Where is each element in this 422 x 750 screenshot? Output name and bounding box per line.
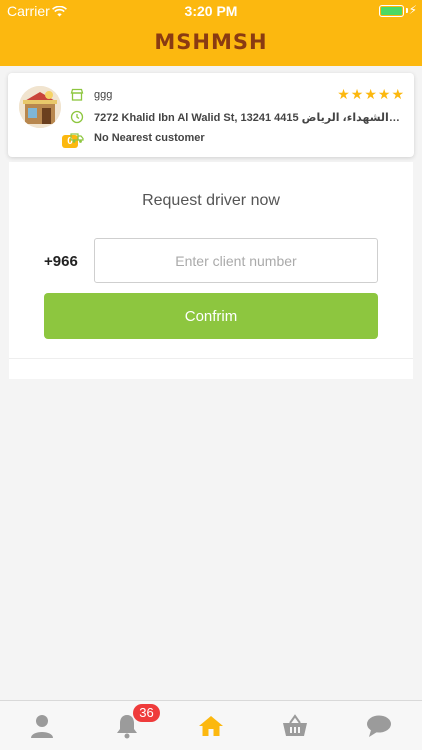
tab-home[interactable] (198, 713, 224, 739)
tab-messages[interactable] (366, 713, 392, 739)
request-title: Request driver now (142, 192, 280, 209)
notification-count-badge: 36 (133, 704, 160, 722)
status-bar: Carrier 3:20 PM ⚡ (0, 0, 422, 22)
store-avatar (19, 86, 61, 128)
charging-icon: ⚡ (408, 3, 417, 17)
star-icon: ★ (337, 86, 350, 102)
country-code: +966 (44, 253, 78, 270)
tab-orders[interactable] (282, 713, 308, 739)
client-number-input[interactable] (94, 238, 378, 283)
top-bar: Carrier 3:20 PM ⚡ MSHMSH (0, 0, 422, 66)
clock-icon (70, 110, 84, 124)
request-driver-panel: Request driver now +966 Confrim (9, 162, 413, 379)
nearest-customer-status: No Nearest customer (94, 132, 205, 144)
person-icon (31, 715, 53, 738)
star-icon: ★ (377, 86, 391, 102)
store-name: ggg (94, 89, 113, 101)
tab-profile[interactable] (29, 713, 55, 739)
star-icon: ★ (364, 86, 377, 102)
divider (9, 358, 413, 359)
page-title: MSHMSH (154, 30, 268, 54)
confirm-button[interactable]: Confrim (44, 293, 378, 339)
basket-icon (283, 714, 307, 736)
tab-bar: 36 (0, 700, 422, 750)
clock: 3:20 PM (184, 3, 238, 19)
store-address: 7272 Khalid Ibn Al Walid St, 13241 4415 … (94, 112, 402, 124)
star-icon: ★ (391, 86, 404, 102)
battery-icon (379, 5, 404, 17)
store-card[interactable]: 0 ggg 7272 Khalid Ibn Al Walid St, 13241… (8, 73, 414, 157)
star-icon: ★ (350, 86, 364, 102)
star-rating: ★★★★★ (336, 86, 404, 104)
chat-icon (367, 715, 391, 737)
delivery-truck-icon (70, 131, 84, 145)
home-icon (199, 716, 223, 736)
store-icon (70, 88, 84, 102)
